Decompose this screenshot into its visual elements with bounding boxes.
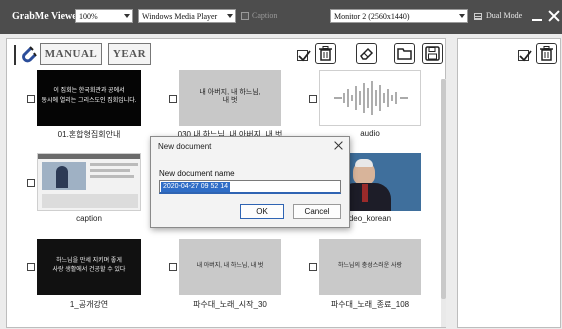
monitor-select[interactable]: Monitor 2 (2560x1440) bbox=[330, 9, 468, 23]
year-button[interactable]: YEAR bbox=[108, 43, 151, 65]
document-name-value: 2020-04-27 09 52 14 bbox=[161, 182, 230, 192]
new-document-dialog: New document New document name 2020-04-2… bbox=[150, 136, 350, 228]
item-caption: 파수대_노래_시작_30 bbox=[193, 300, 267, 309]
close-icon[interactable] bbox=[334, 141, 343, 150]
monitor-value: Monitor 2 (2560x1440) bbox=[334, 12, 410, 21]
app-title: GrabMe Viewer bbox=[12, 11, 82, 22]
waveform-icon bbox=[334, 81, 408, 115]
item-checkbox[interactable] bbox=[309, 263, 317, 271]
close-icon[interactable] bbox=[547, 9, 561, 23]
item-checkbox[interactable] bbox=[27, 263, 35, 271]
manual-button[interactable]: MANUAL bbox=[40, 43, 102, 65]
item-thumbnail[interactable]: 하느님의 충성스러운 사랑 bbox=[319, 239, 421, 295]
item-thumbnail[interactable]: 하느님을 만세 지키며 좋게 사랑 생활에서 건공할 수 있다 bbox=[37, 239, 141, 295]
trash-icon[interactable] bbox=[536, 43, 557, 64]
minimize-icon[interactable] bbox=[532, 19, 542, 21]
chevron-down-icon bbox=[459, 14, 465, 18]
slide-line: 동시에 열리는 그리스도인 집회입니다. bbox=[41, 98, 137, 104]
eraser-icon[interactable] bbox=[356, 43, 377, 64]
slide-line: 하느님을 만세 지키며 좋게 bbox=[56, 258, 122, 264]
player-value: Windows Media Player bbox=[142, 12, 218, 21]
dialog-title: New document bbox=[158, 142, 212, 151]
item-thumbnail[interactable]: 이 집회는 한국회관과 공에서 동시에 열리는 그리스도인 집회입니다. bbox=[37, 70, 141, 126]
dual-mode-label: Dual Mode bbox=[486, 11, 523, 20]
document-name-input[interactable]: 2020-04-27 09 52 14 bbox=[159, 180, 341, 194]
slide-line: 내 벗 bbox=[222, 97, 238, 104]
caption-checkbox[interactable] bbox=[241, 12, 249, 20]
playlist-panel bbox=[457, 38, 561, 328]
zoom-select[interactable]: 100% bbox=[75, 9, 133, 23]
item-checkbox[interactable] bbox=[27, 179, 35, 187]
select-all-icon[interactable] bbox=[297, 50, 311, 62]
scrollbar-thumb[interactable] bbox=[441, 79, 446, 299]
dual-mode-icon[interactable] bbox=[474, 13, 482, 20]
player-select[interactable]: Windows Media Player bbox=[138, 9, 236, 23]
grabme-viewer-window: GrabMe Viewer 100% Windows Media Player … bbox=[0, 0, 562, 329]
title-bar: GrabMe Viewer 100% Windows Media Player … bbox=[0, 0, 562, 34]
item-caption: 1_공개강연 bbox=[69, 300, 109, 309]
item-thumbnail[interactable]: 내 아버지, 내 하느님, 내 벗 bbox=[179, 239, 281, 295]
ok-button[interactable]: OK bbox=[240, 204, 284, 219]
document-name-label: New document name bbox=[159, 169, 235, 178]
trash-icon[interactable] bbox=[315, 43, 336, 64]
slide-line: 사랑 생활에서 건공할 수 있다 bbox=[52, 267, 126, 273]
magnet-icon[interactable] bbox=[14, 45, 37, 65]
slide-line: 이 집회는 한국회관과 공에서 bbox=[53, 88, 125, 94]
chevron-down-icon bbox=[124, 14, 130, 18]
cancel-button[interactable]: Cancel bbox=[293, 204, 341, 219]
select-all-icon[interactable] bbox=[518, 50, 532, 62]
item-checkbox[interactable] bbox=[169, 263, 177, 271]
slide-line: 하느님의 충성스러운 사랑 bbox=[337, 263, 403, 269]
folder-icon[interactable] bbox=[394, 43, 415, 64]
item-caption: 01.혼합형집회안내 bbox=[57, 130, 121, 139]
audio-waveform-thumbnail[interactable] bbox=[319, 70, 421, 126]
slide-line: 내 아버지, 내 하느님, 내 벗 bbox=[196, 263, 264, 269]
item-caption: caption bbox=[76, 214, 102, 223]
item-thumbnail[interactable] bbox=[37, 153, 141, 211]
zoom-value: 100% bbox=[79, 12, 98, 21]
item-checkbox[interactable] bbox=[27, 95, 35, 103]
caption-label: Caption bbox=[252, 11, 278, 20]
item-checkbox[interactable] bbox=[169, 95, 177, 103]
save-icon[interactable] bbox=[422, 43, 443, 64]
item-thumbnail[interactable]: 내 아버지, 내 하느님, 내 벗 bbox=[179, 70, 281, 126]
item-caption: 파수대_노래_종료_108 bbox=[330, 300, 410, 309]
chevron-down-icon bbox=[227, 14, 233, 18]
item-checkbox[interactable] bbox=[309, 95, 317, 103]
